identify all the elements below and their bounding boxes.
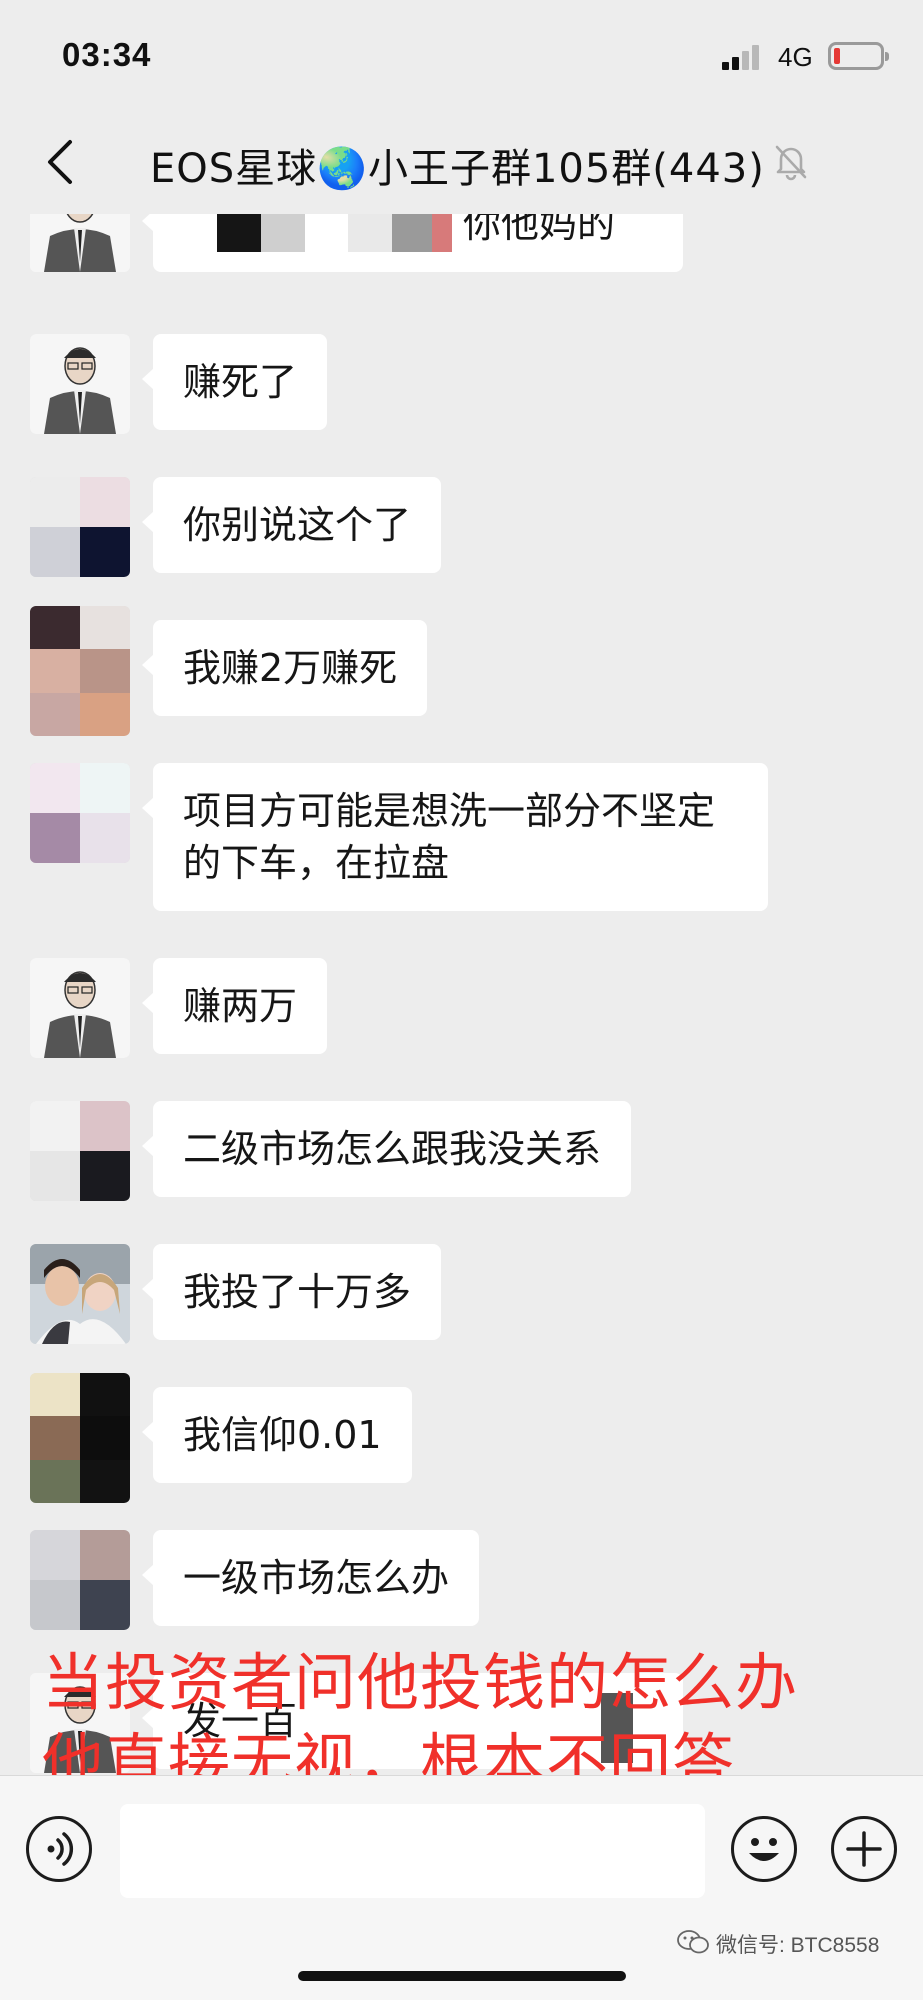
annotation-line-1: 当投资者问他投钱的怎么办	[42, 1646, 799, 1719]
message-text: 项目方可能是想洗一部分不坚定的下车，在拉盘	[183, 789, 716, 885]
message-text: 赚死了	[183, 360, 298, 404]
message-input[interactable]	[120, 1804, 705, 1898]
blurred-avatar[interactable]	[30, 1530, 130, 1630]
message-bubble[interactable]: 赚两万	[141, 958, 328, 1054]
avatar[interactable]	[30, 334, 130, 434]
message-text: 你他妈的	[463, 214, 616, 246]
message-bubble[interactable]: 二级市场怎么跟我没关系	[141, 1101, 632, 1197]
plus-icon[interactable]	[831, 1816, 897, 1882]
smiley-icon[interactable]	[731, 1816, 797, 1882]
pixelated-block	[432, 214, 452, 252]
status-time: 03:34	[62, 36, 152, 73]
message-bubble[interactable]: 我投了十万多	[141, 1244, 442, 1340]
message-text: 一级市场怎么办	[183, 1556, 450, 1600]
pixelated-block	[217, 214, 261, 252]
blurred-avatar[interactable]	[30, 1101, 130, 1201]
message-bubble[interactable]: 赚死了	[141, 334, 328, 430]
chat-title: EOS星球🌏小王子群105群(443)	[150, 146, 765, 192]
watermark-text: 微信号: BTC8558	[716, 1934, 880, 1957]
network-type: 4G	[778, 42, 813, 72]
battery-level	[834, 48, 840, 64]
man-in-suit-illustration	[30, 214, 130, 272]
couple-photo[interactable]	[30, 1244, 130, 1344]
bell-muted-icon	[773, 143, 809, 181]
man-in-suit-illustration	[30, 334, 130, 434]
home-indicator[interactable]	[298, 1971, 626, 1981]
chevron-left-icon[interactable]	[40, 138, 82, 186]
message-bubble[interactable]: 项目方可能是想洗一部分不坚定的下车，在拉盘	[142, 763, 768, 911]
message-bubble[interactable]: 你他妈的	[142, 214, 683, 272]
avatar[interactable]	[30, 214, 130, 272]
message-text: 我投了十万多	[183, 1270, 412, 1314]
pixelated-block	[261, 214, 305, 252]
message-bubble[interactable]: 我赚2万赚死	[141, 620, 428, 716]
man-in-suit-illustration	[30, 958, 130, 1058]
message-text: 我信仰0.01	[183, 1413, 382, 1457]
message-text: 你别说这个了	[183, 503, 412, 547]
pixelated-block	[348, 214, 392, 252]
message-list[interactable]: 你他妈的 赚死了 你别说这个了 我赚2万赚死 项目方可能是想洗一部分不坚定的下车…	[0, 214, 923, 1774]
message-text: 赚两万	[183, 984, 298, 1028]
voice-icon[interactable]	[26, 1816, 92, 1882]
message-text: 二级市场怎么跟我没关系	[183, 1127, 602, 1171]
chat-header: EOS星球🌏小王子群105群(443)	[0, 110, 923, 214]
chat-input-bar: 微信号: BTC8558	[0, 1775, 923, 2000]
message-bubble[interactable]: 我信仰0.01	[142, 1387, 412, 1483]
blurred-avatar[interactable]	[30, 1373, 130, 1503]
blurred-avatar[interactable]	[30, 477, 130, 577]
blurred-avatar[interactable]	[30, 606, 130, 736]
blurred-avatar[interactable]	[30, 763, 130, 863]
battery-icon	[828, 42, 889, 70]
message-bubble[interactable]: 一级市场怎么办	[141, 1530, 480, 1626]
status-bar: 03:34 4G	[0, 0, 923, 110]
message-text: 我赚2万赚死	[183, 646, 398, 690]
wechat-logo-icon	[676, 1929, 710, 1955]
signal-strength-icon	[722, 44, 766, 70]
pixelated-block	[392, 214, 432, 252]
message-bubble[interactable]: 你别说这个了	[141, 477, 442, 573]
avatar[interactable]	[30, 958, 130, 1058]
